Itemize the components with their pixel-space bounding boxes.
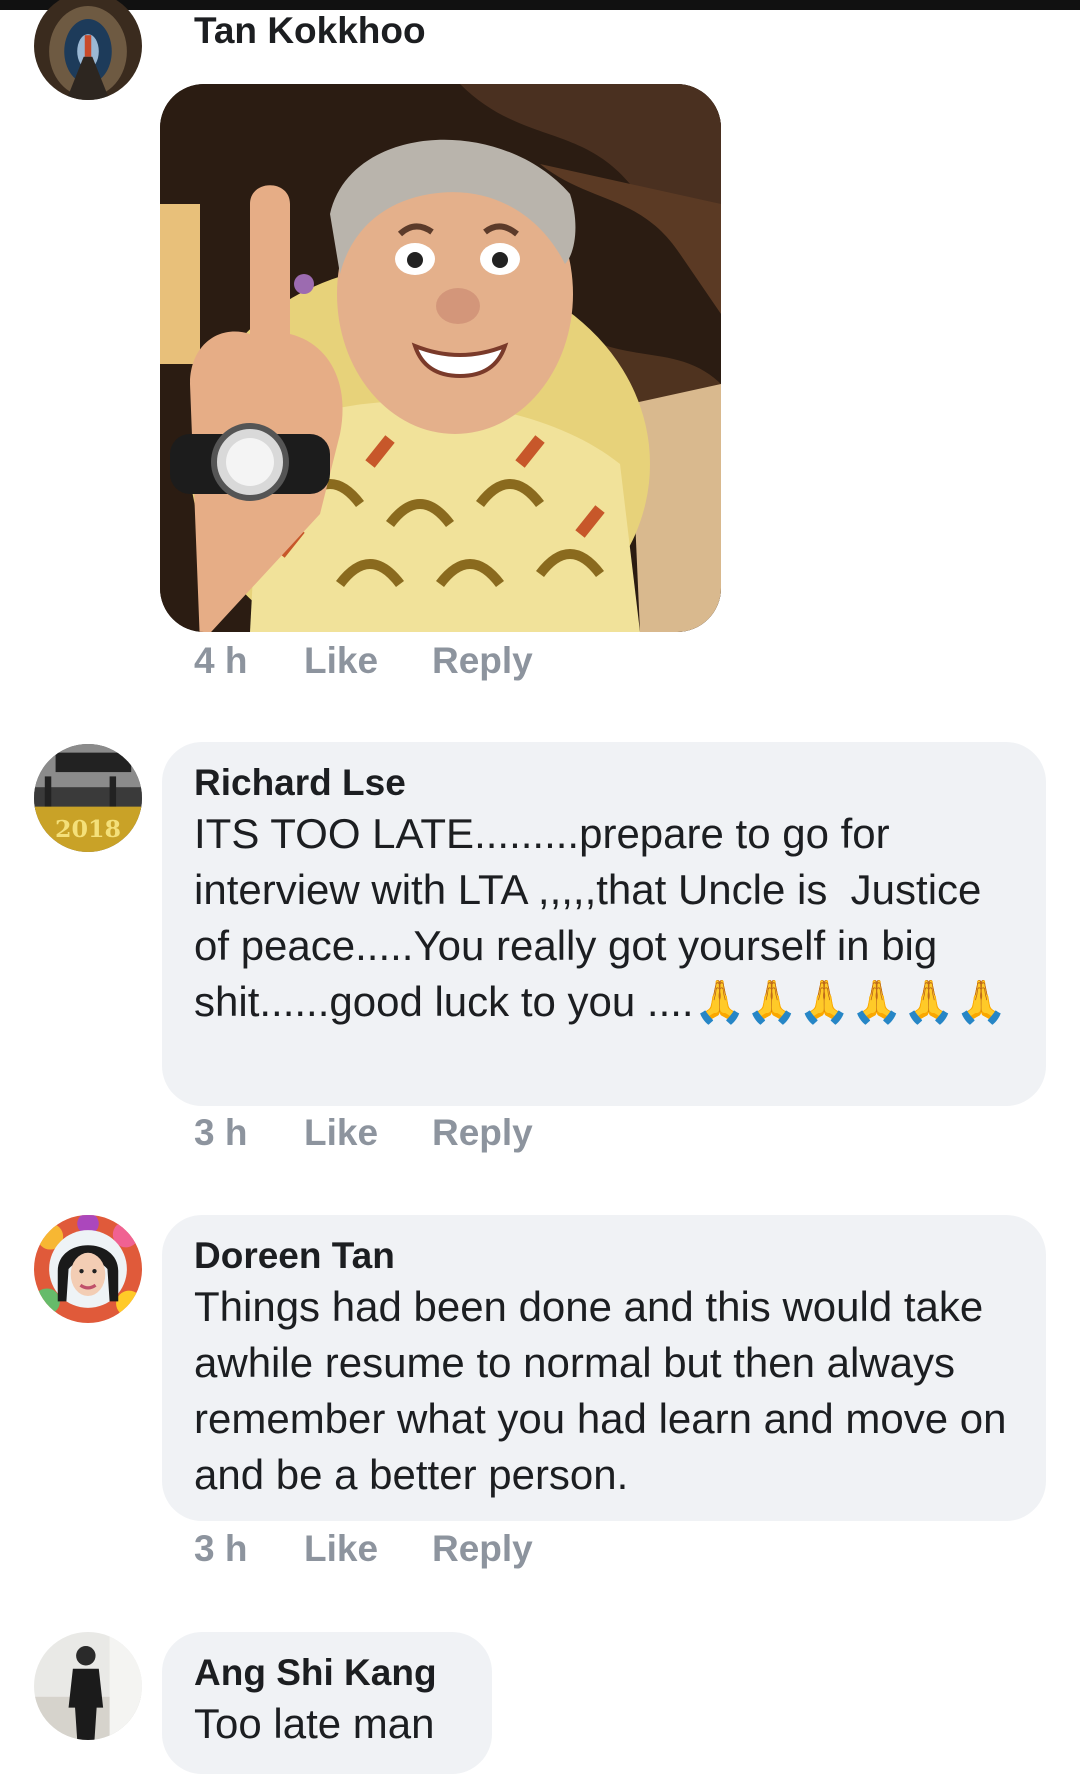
sticker-photo-man-gesture bbox=[160, 84, 721, 632]
comment-timestamp: 4 h bbox=[194, 640, 248, 681]
avatar-richard-lse[interactable]: 2018 bbox=[34, 744, 142, 852]
like-button[interactable]: Like bbox=[304, 1528, 432, 1570]
comment-photo-attachment[interactable] bbox=[160, 84, 721, 632]
comment-actions: 3 h Like Reply bbox=[194, 1528, 533, 1570]
comment-actions: 4 h Like Reply bbox=[194, 640, 533, 682]
reply-button[interactable]: Reply bbox=[432, 1112, 533, 1154]
person-standing-avatar bbox=[34, 1632, 142, 1740]
comment-actions: 3 h Like Reply bbox=[194, 1112, 533, 1154]
like-button[interactable]: Like bbox=[304, 1112, 432, 1154]
comment-timestamp: 3 h bbox=[194, 1528, 248, 1569]
svg-text:2018: 2018 bbox=[55, 815, 121, 843]
avatar-doreen-tan[interactable] bbox=[34, 1215, 142, 1323]
comment-author-name[interactable]: Richard Lse bbox=[194, 760, 1014, 806]
comment-author-name[interactable]: Ang Shi Kang bbox=[194, 1650, 466, 1696]
reply-button[interactable]: Reply bbox=[432, 640, 533, 682]
comment-body: Too late man bbox=[194, 1700, 435, 1747]
folded-hands-emoji: 🙏🙏🙏🙏🙏🙏 bbox=[693, 978, 1008, 1025]
2018-badge-avatar: 2018 bbox=[34, 744, 142, 852]
comment-timestamp: 3 h bbox=[194, 1112, 248, 1153]
comment-author-name[interactable]: Doreen Tan bbox=[194, 1233, 1014, 1279]
avatar-ang-shi-kang[interactable] bbox=[34, 1632, 142, 1740]
comment-body: Things had been done and this would take… bbox=[194, 1283, 1019, 1498]
comment-bubble: Richard Lse ITS TOO LATE.........prepare… bbox=[162, 742, 1046, 1106]
comment-bubble: Ang Shi Kang Too late man bbox=[162, 1632, 492, 1774]
comment-text: ITS TOO LATE.........prepare to go for i… bbox=[194, 806, 1014, 1030]
like-button[interactable]: Like bbox=[304, 640, 432, 682]
avatar-tan-kokkhoo[interactable] bbox=[34, 0, 142, 100]
comment-bubble: Doreen Tan Things had been done and this… bbox=[162, 1215, 1046, 1521]
flower-frame-avatar bbox=[34, 1215, 142, 1323]
comment-author-name[interactable]: Tan Kokkhoo bbox=[194, 10, 426, 52]
status-bar-strip bbox=[0, 0, 1080, 10]
tunnel-photo-avatar bbox=[34, 0, 142, 100]
reply-button[interactable]: Reply bbox=[432, 1528, 533, 1570]
